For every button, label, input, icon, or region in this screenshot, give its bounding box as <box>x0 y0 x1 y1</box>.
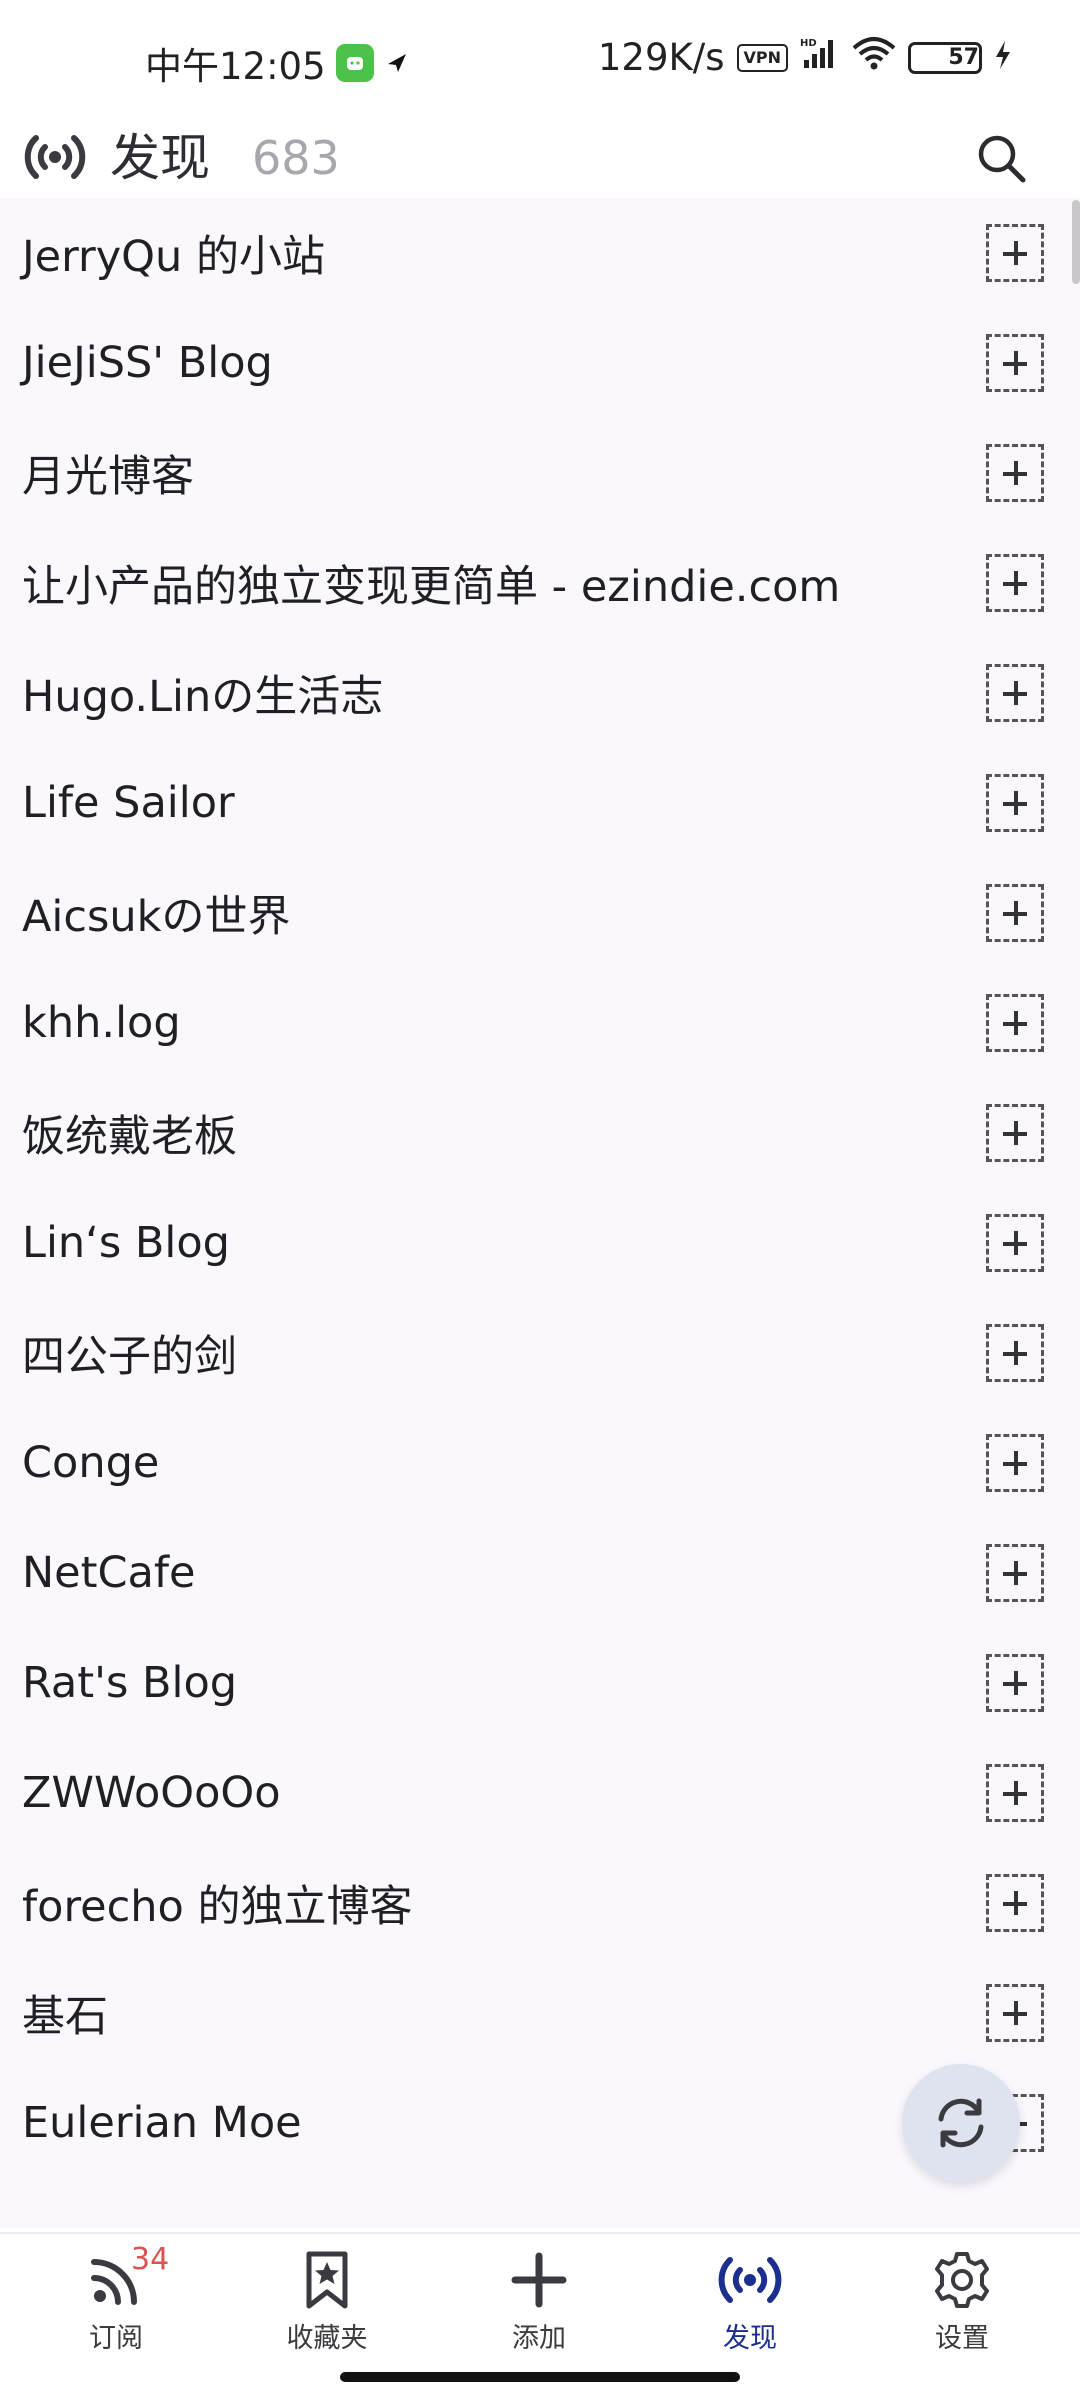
add-feed-button[interactable] <box>986 664 1044 722</box>
status-right: 129K/s VPN HD 57 <box>598 36 1012 79</box>
feed-title: JerryQu 的小站 <box>22 232 325 282</box>
page-title: 发现 <box>110 129 210 187</box>
broadcast-icon <box>718 2257 782 2303</box>
feed-title: Hugo.Linの生活志 <box>22 672 384 722</box>
feed-title: Conge <box>22 1438 160 1488</box>
search-icon <box>978 135 1026 183</box>
nav-label: 添加 <box>512 2323 566 2354</box>
list-item[interactable]: Lin‘s Blog <box>0 1188 1080 1298</box>
battery-level: 57 <box>948 45 979 70</box>
feed-count: 683 <box>252 131 340 185</box>
feed-title: NetCafe <box>22 1548 196 1598</box>
location-arrow-icon <box>384 42 410 85</box>
add-feed-button[interactable] <box>986 1324 1044 1382</box>
list-item[interactable]: Conge <box>0 1408 1080 1518</box>
feed-title: Eulerian Moe <box>22 2098 302 2148</box>
add-feed-button[interactable] <box>986 334 1044 392</box>
add-feed-button[interactable] <box>986 1984 1044 2042</box>
nav-label: 设置 <box>935 2323 989 2354</box>
add-feed-button[interactable] <box>986 224 1044 282</box>
nav-label: 发现 <box>723 2323 777 2354</box>
feed-title: Rat's Blog <box>22 1658 238 1708</box>
list-item[interactable]: JieJiSS' Blog <box>0 308 1080 418</box>
nav-item-add[interactable]: 添加 <box>459 2248 619 2358</box>
nav-item-subscriptions[interactable]: 34 订阅 <box>36 2242 196 2358</box>
add-feed-button[interactable] <box>986 774 1044 832</box>
list-item[interactable]: 饭统戴老板 <box>0 1078 1080 1188</box>
nav-item-discover[interactable]: 发现 <box>670 2248 830 2358</box>
list-item[interactable]: 基石 <box>0 1958 1080 2068</box>
list-item[interactable]: forecho 的独立博客 <box>0 1848 1080 1958</box>
feed-title: JieJiSS' Blog <box>22 338 273 388</box>
status-left: 中午12:05 <box>145 36 410 90</box>
list-item[interactable]: NetCafe <box>0 1518 1080 1628</box>
add-feed-button[interactable] <box>986 1214 1044 1272</box>
feed-title: ZWWoOoOo <box>22 1768 281 1818</box>
refresh-button[interactable] <box>902 2064 1020 2182</box>
add-feed-button[interactable] <box>986 554 1044 612</box>
plus-icon <box>511 2252 567 2308</box>
bookmark-star-icon <box>306 2251 348 2309</box>
feed-title: 让小产品的独立变现更简单 - ezindie.com <box>22 562 841 612</box>
list-item[interactable]: khh.log <box>0 968 1080 1078</box>
app-header: 发现 683 <box>0 118 1080 198</box>
nav-item-favorites[interactable]: 收藏夹 <box>247 2248 407 2358</box>
refresh-icon <box>938 2098 984 2148</box>
signal-icon: HD <box>800 36 840 79</box>
add-feed-button[interactable] <box>986 1104 1044 1162</box>
charging-icon <box>994 36 1012 79</box>
add-feed-button[interactable] <box>986 1764 1044 1822</box>
add-feed-button[interactable] <box>986 884 1044 942</box>
list-item[interactable]: 四公子的剑 <box>0 1298 1080 1408</box>
scrollbar[interactable] <box>1072 200 1080 284</box>
status-bar: 中午12:05 129K/s VPN HD 57 <box>0 0 1080 118</box>
feed-title: forecho 的独立博客 <box>22 1882 413 1932</box>
add-feed-button[interactable] <box>986 1654 1044 1712</box>
nav-item-settings[interactable]: 设置 <box>882 2248 1042 2358</box>
list-item[interactable]: ZWWoOoOo <box>0 1738 1080 1848</box>
list-item[interactable]: Aicsukの世界 <box>0 858 1080 968</box>
feed-title: Aicsukの世界 <box>22 892 291 942</box>
feed-title: Lin‘s Blog <box>22 1218 230 1268</box>
add-feed-button[interactable] <box>986 444 1044 502</box>
add-feed-button[interactable] <box>986 1434 1044 1492</box>
list-item[interactable]: JerryQu 的小站 <box>0 198 1080 308</box>
app-notification-icon <box>335 44 374 82</box>
svg-text:HD: HD <box>800 38 817 49</box>
add-feed-button[interactable] <box>986 1874 1044 1932</box>
network-speed: 129K/s <box>597 36 725 79</box>
list-item[interactable]: 月光博客 <box>0 418 1080 528</box>
list-item[interactable]: 让小产品的独立变现更简单 - ezindie.com <box>0 528 1080 638</box>
feed-title: 饭统戴老板 <box>22 1112 237 1162</box>
home-indicator[interactable] <box>340 2372 740 2382</box>
nav-label: 收藏夹 <box>286 2323 368 2354</box>
feed-title: 月光博客 <box>22 452 194 502</box>
discover-list[interactable]: JerryQu 的小站 JieJiSS' Blog 月光博客 让小产品的独立变现… <box>0 198 1080 2228</box>
broadcast-icon <box>22 124 88 190</box>
battery-icon: 57 <box>908 41 982 74</box>
list-item[interactable]: Hugo.Linの生活志 <box>0 638 1080 748</box>
vpn-icon: VPN <box>736 43 788 72</box>
nav-label: 订阅 <box>89 2323 143 2354</box>
wifi-icon <box>852 36 896 79</box>
add-feed-button[interactable] <box>986 994 1044 1052</box>
feed-title: Life Sailor <box>22 778 235 828</box>
feed-title: khh.log <box>22 998 181 1048</box>
status-time: 中午12:05 <box>145 45 326 88</box>
unread-badge: 34 <box>131 2242 170 2277</box>
feed-title: 四公子的剑 <box>22 1332 237 1382</box>
gear-icon <box>935 2252 989 2308</box>
search-button[interactable] <box>966 118 1036 198</box>
list-item[interactable]: Life Sailor <box>0 748 1080 858</box>
add-feed-button[interactable] <box>986 1544 1044 1602</box>
list-item[interactable]: Rat's Blog <box>0 1628 1080 1738</box>
feed-title: 基石 <box>22 1992 108 2042</box>
